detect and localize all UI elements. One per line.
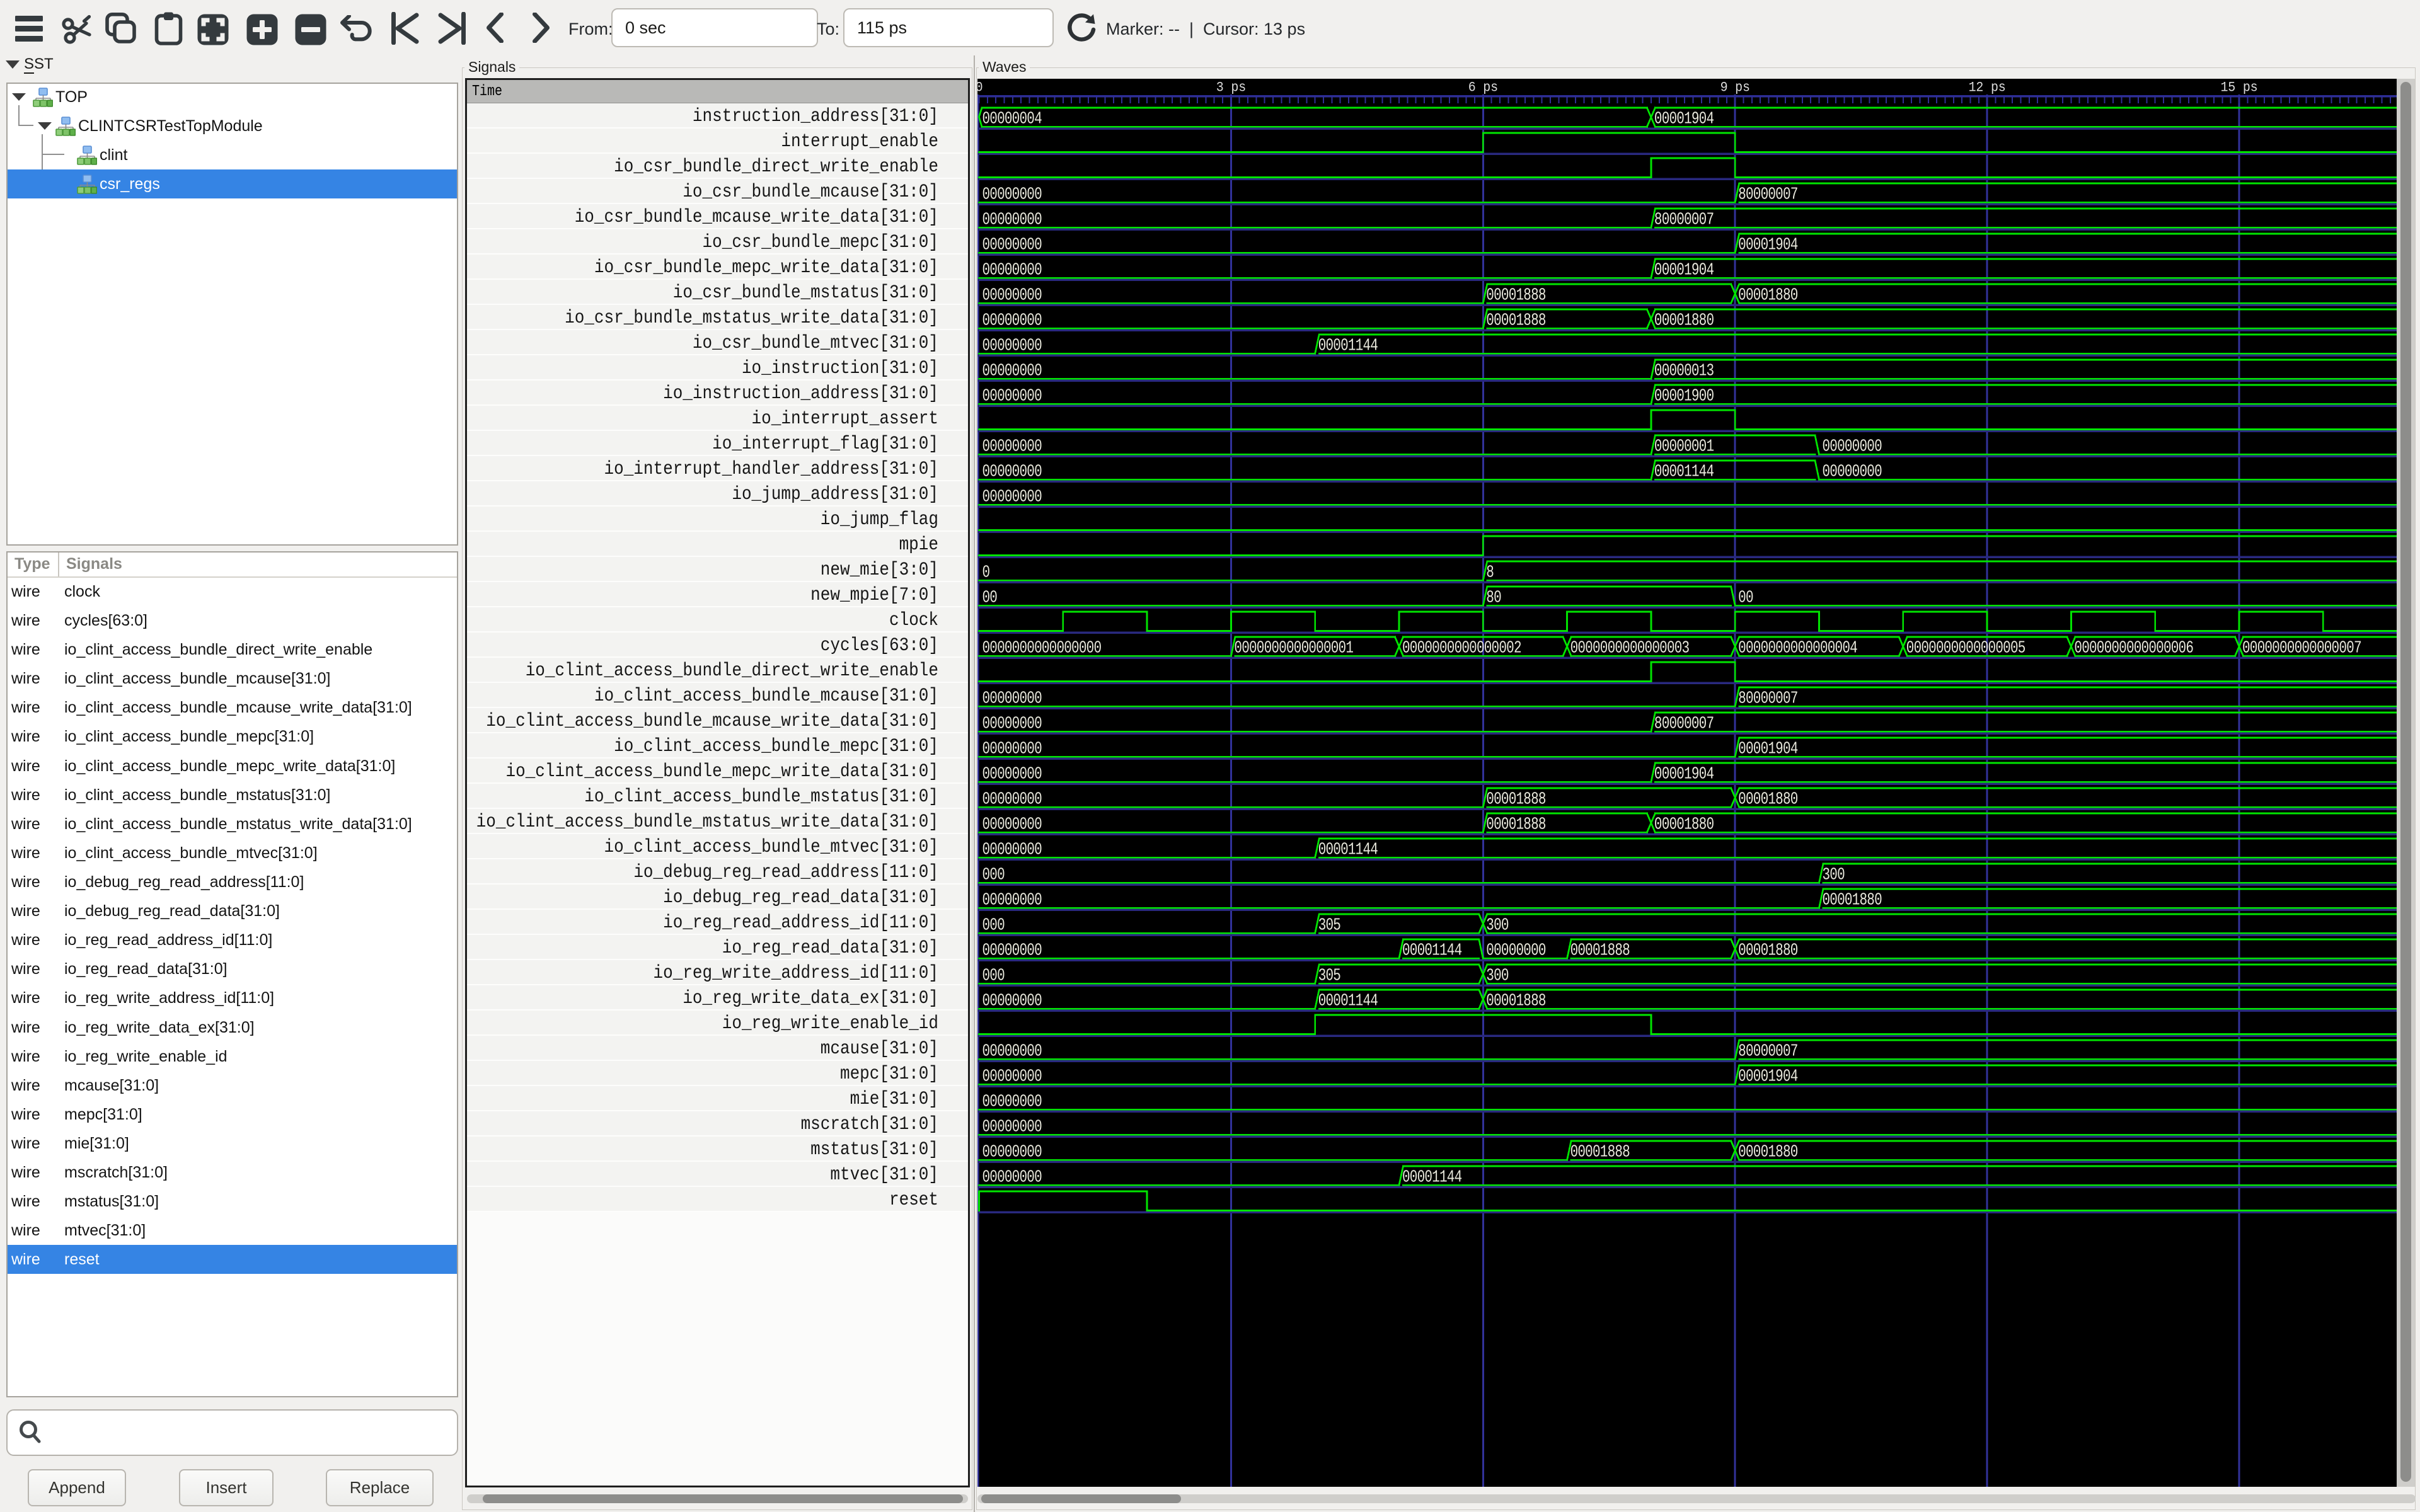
svg-text:9 ps: 9 ps	[1720, 81, 1750, 96]
svg-text:00001900: 00001900	[1654, 387, 1714, 406]
svg-text:80000007: 80000007	[1654, 210, 1714, 229]
svg-text:00000001: 00000001	[1654, 437, 1714, 456]
svg-text:6 ps: 6 ps	[1468, 81, 1498, 96]
svg-text:80000007: 80000007	[1738, 185, 1797, 204]
svg-text:00000000: 00000000	[982, 1092, 1042, 1111]
svg-text:00000000: 00000000	[1823, 437, 1882, 456]
svg-text:00: 00	[1738, 588, 1753, 607]
svg-text:3 ps: 3 ps	[1216, 81, 1246, 96]
svg-text:00001888: 00001888	[1486, 790, 1545, 809]
svg-text:00001880: 00001880	[1738, 790, 1797, 809]
svg-text:00001144: 00001144	[1654, 462, 1714, 481]
svg-text:0000000000000000: 0000000000000000	[982, 639, 1102, 658]
svg-text:00000000: 00000000	[982, 1067, 1042, 1086]
svg-text:00001888: 00001888	[1486, 311, 1545, 330]
svg-text:00001144: 00001144	[1402, 941, 1462, 960]
svg-text:0000000000000004: 0000000000000004	[1738, 639, 1857, 658]
svg-text:80000007: 80000007	[1738, 689, 1797, 708]
svg-text:00001888: 00001888	[1570, 941, 1630, 960]
svg-text:00001144: 00001144	[1402, 1168, 1462, 1187]
svg-text:00: 00	[982, 588, 998, 607]
svg-text:00001880: 00001880	[1654, 311, 1714, 330]
svg-text:00000000: 00000000	[982, 185, 1042, 204]
svg-text:00001144: 00001144	[1318, 992, 1378, 1011]
svg-text:00001880: 00001880	[1738, 286, 1797, 305]
svg-text:00000000: 00000000	[982, 286, 1042, 305]
svg-text:305: 305	[1318, 916, 1340, 935]
svg-text:00000000: 00000000	[982, 1118, 1042, 1137]
svg-text:00000000: 00000000	[982, 462, 1042, 481]
svg-text:00000000: 00000000	[982, 740, 1042, 759]
svg-text:00000004: 00000004	[982, 110, 1042, 129]
svg-text:00001888: 00001888	[1486, 992, 1545, 1011]
svg-text:00000000: 00000000	[982, 941, 1042, 960]
svg-text:00000000: 00000000	[982, 437, 1042, 456]
svg-text:00001904: 00001904	[1654, 765, 1714, 784]
svg-text:00000000: 00000000	[982, 336, 1042, 355]
svg-text:0000000000000001: 0000000000000001	[1234, 639, 1353, 658]
svg-text:12 ps: 12 ps	[1969, 81, 2006, 96]
svg-text:8: 8	[1486, 563, 1494, 582]
svg-text:0000000000000006: 0000000000000006	[2074, 639, 2193, 658]
svg-text:00001144: 00001144	[1318, 336, 1378, 355]
svg-text:00000000: 00000000	[982, 790, 1042, 809]
svg-text:00001904: 00001904	[1738, 1067, 1798, 1086]
svg-text:00001880: 00001880	[1654, 815, 1714, 834]
svg-text:00001144: 00001144	[1318, 840, 1378, 859]
svg-text:000: 000	[982, 966, 1005, 985]
svg-text:000: 000	[982, 916, 1005, 935]
svg-text:00001904: 00001904	[1738, 740, 1798, 759]
svg-text:00001904: 00001904	[1738, 236, 1798, 255]
svg-text:00000000: 00000000	[982, 840, 1042, 859]
svg-text:80000007: 80000007	[1738, 1042, 1797, 1061]
svg-text:00001904: 00001904	[1654, 110, 1714, 129]
svg-text:0000000000000007: 0000000000000007	[2242, 639, 2361, 658]
svg-text:00001888: 00001888	[1486, 286, 1545, 305]
svg-text:0: 0	[982, 563, 990, 582]
svg-text:00000000: 00000000	[982, 992, 1042, 1011]
svg-text:00000000: 00000000	[982, 1042, 1042, 1061]
svg-text:0000000000000003: 0000000000000003	[1570, 639, 1690, 658]
svg-text:00000000: 00000000	[982, 891, 1042, 910]
svg-text:0000000000000002: 0000000000000002	[1402, 639, 1521, 658]
svg-text:00001880: 00001880	[1738, 941, 1797, 960]
svg-text:0000000000000005: 0000000000000005	[1906, 639, 2025, 658]
svg-text:00001888: 00001888	[1486, 815, 1545, 834]
svg-text:00000000: 00000000	[982, 362, 1042, 381]
svg-text:000: 000	[982, 866, 1005, 885]
svg-text:00000000: 00000000	[982, 689, 1042, 708]
svg-text:00000013: 00000013	[1654, 362, 1714, 381]
svg-text:00001888: 00001888	[1570, 1143, 1630, 1162]
svg-text:80: 80	[1486, 588, 1501, 607]
svg-text:00000000: 00000000	[982, 311, 1042, 330]
svg-text:305: 305	[1318, 966, 1340, 985]
svg-text:00000000: 00000000	[1823, 462, 1882, 481]
svg-text:00000000: 00000000	[982, 1168, 1042, 1187]
svg-text:00001880: 00001880	[1823, 891, 1882, 910]
svg-text:00000000: 00000000	[982, 387, 1042, 406]
svg-text:300: 300	[1486, 966, 1508, 985]
svg-text:0: 0	[977, 81, 982, 96]
svg-text:00000000: 00000000	[982, 488, 1042, 507]
svg-text:00001904: 00001904	[1654, 261, 1714, 280]
svg-text:00000000: 00000000	[982, 765, 1042, 784]
svg-text:00000000: 00000000	[982, 1143, 1042, 1162]
svg-text:00000000: 00000000	[982, 210, 1042, 229]
svg-text:00000000: 00000000	[982, 815, 1042, 834]
svg-text:300: 300	[1823, 866, 1845, 885]
svg-text:300: 300	[1486, 916, 1508, 935]
svg-text:00000000: 00000000	[982, 236, 1042, 255]
svg-text:15 ps: 15 ps	[2221, 81, 2258, 96]
svg-text:00000000: 00000000	[1486, 941, 1545, 960]
svg-text:00001880: 00001880	[1738, 1143, 1797, 1162]
svg-text:00000000: 00000000	[982, 714, 1042, 733]
svg-text:80000007: 80000007	[1654, 714, 1714, 733]
svg-text:00000000: 00000000	[982, 261, 1042, 280]
